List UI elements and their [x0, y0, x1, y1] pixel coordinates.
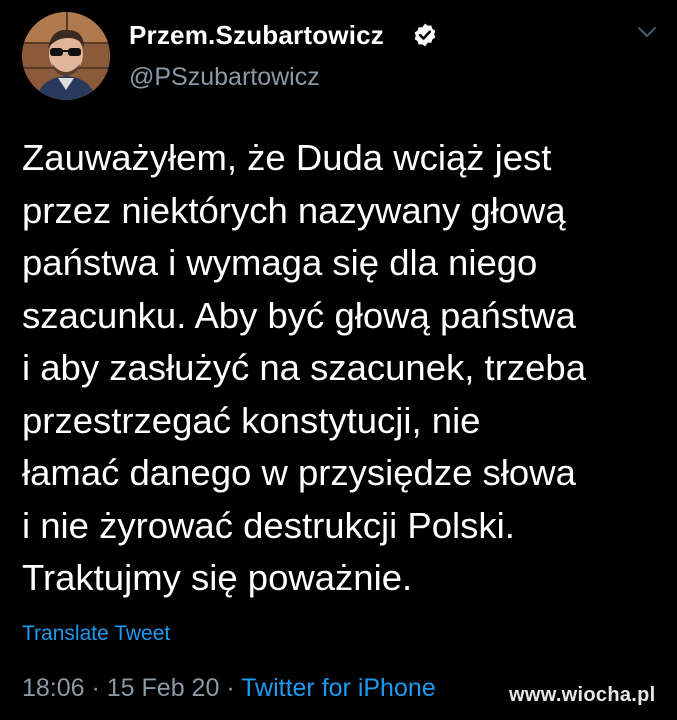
tweet-meta: 18:06 · 15 Feb 20 · Twitter for iPhone — [22, 674, 436, 703]
avatar[interactable] — [22, 12, 110, 100]
avatar-image — [22, 12, 110, 100]
tweet-text: Zauważyłem, że Duda wciąż jest przez nie… — [22, 137, 587, 598]
tweet-card: Przem.Szubartowicz @PSzubartowicz Zauważ… — [0, 0, 677, 720]
watermark: www.wiocha.pl — [509, 684, 656, 706]
translate-tweet-link[interactable]: Translate Tweet — [22, 622, 170, 646]
chevron-down-icon[interactable] — [636, 24, 658, 40]
user-handle[interactable]: @PSzubartowicz — [129, 63, 320, 92]
verified-badge-icon — [414, 23, 436, 47]
tweet-time[interactable]: 18:06 — [22, 674, 85, 702]
meta-separator: · — [84, 674, 107, 702]
tweet-source-link[interactable]: Twitter for iPhone — [241, 674, 436, 702]
display-name[interactable]: Przem.Szubartowicz — [129, 20, 384, 51]
tweet-date[interactable]: 15 Feb 20 — [107, 674, 220, 702]
meta-separator: · — [219, 674, 242, 702]
